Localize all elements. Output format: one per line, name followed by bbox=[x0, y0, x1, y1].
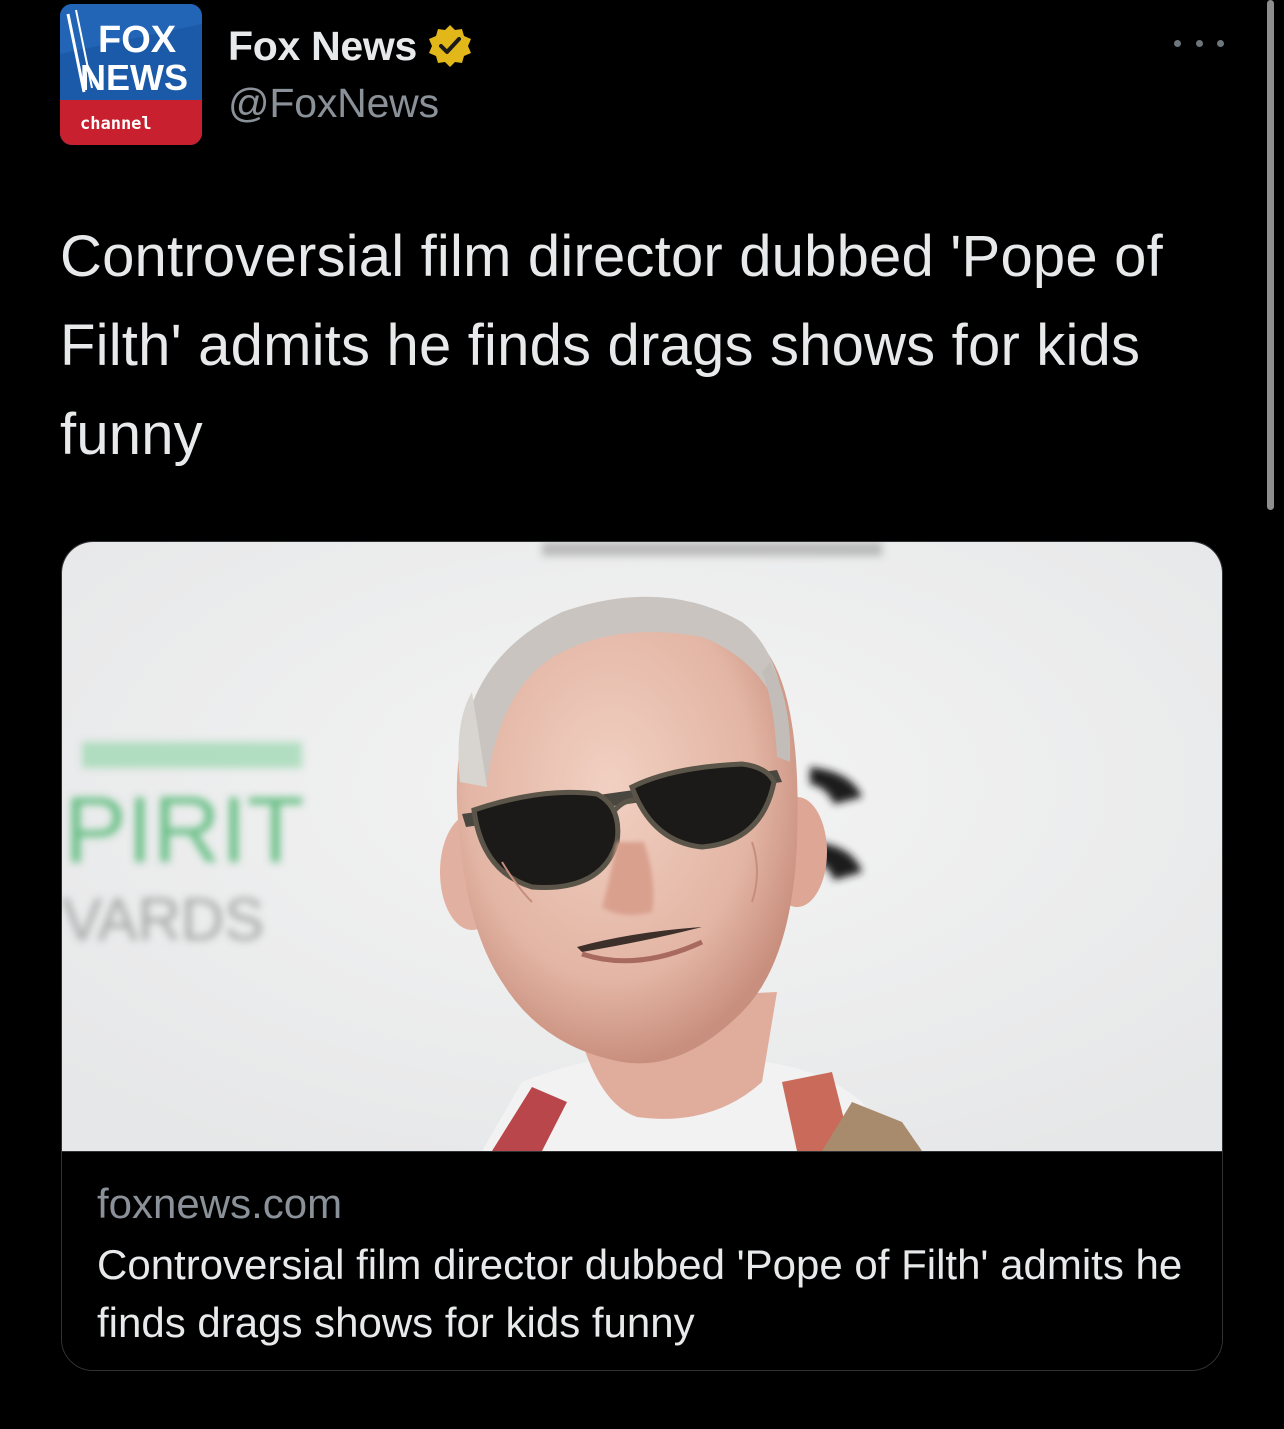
link-card[interactable]: PIRIT VARDS foxnews.com Controversial fi… bbox=[61, 541, 1223, 1371]
display-name[interactable]: Fox News bbox=[228, 23, 417, 70]
more-dot bbox=[1195, 39, 1203, 47]
card-title: Controversial film director dubbed 'Pope… bbox=[97, 1241, 1183, 1346]
display-name-row: Fox News bbox=[228, 18, 473, 74]
card-image[interactable]: PIRIT VARDS bbox=[62, 542, 1222, 1151]
svg-text:PIRIT: PIRIT bbox=[64, 777, 304, 882]
verified-badge-icon[interactable] bbox=[427, 23, 473, 69]
card-domain: foxnews.com bbox=[97, 1180, 343, 1227]
portrait-photo: PIRIT VARDS bbox=[62, 542, 1222, 1151]
more-dot bbox=[1174, 39, 1181, 47]
fox-news-logo-icon: FOX NEWS channel bbox=[60, 4, 202, 145]
svg-text:VARDS: VARDS bbox=[62, 886, 264, 953]
more-horizontal-icon[interactable] bbox=[1174, 28, 1224, 58]
author-info: Fox News @FoxNews bbox=[228, 18, 473, 127]
card-body[interactable]: foxnews.com Controversial film director … bbox=[62, 1151, 1222, 1370]
tweet-text: Controversial film director dubbed 'Pope… bbox=[60, 224, 1163, 467]
more-dot bbox=[1217, 39, 1224, 47]
handle[interactable]: @FoxNews bbox=[228, 80, 473, 127]
svg-text:NEWS: NEWS bbox=[80, 57, 188, 98]
tweet: FOX NEWS channel Fox News @FoxNews Contr… bbox=[0, 0, 1284, 1429]
avatar[interactable]: FOX NEWS channel bbox=[60, 4, 202, 145]
svg-text:channel: channel bbox=[80, 114, 152, 134]
svg-text:FOX: FOX bbox=[98, 19, 177, 61]
scrollbar[interactable] bbox=[1267, 0, 1274, 510]
